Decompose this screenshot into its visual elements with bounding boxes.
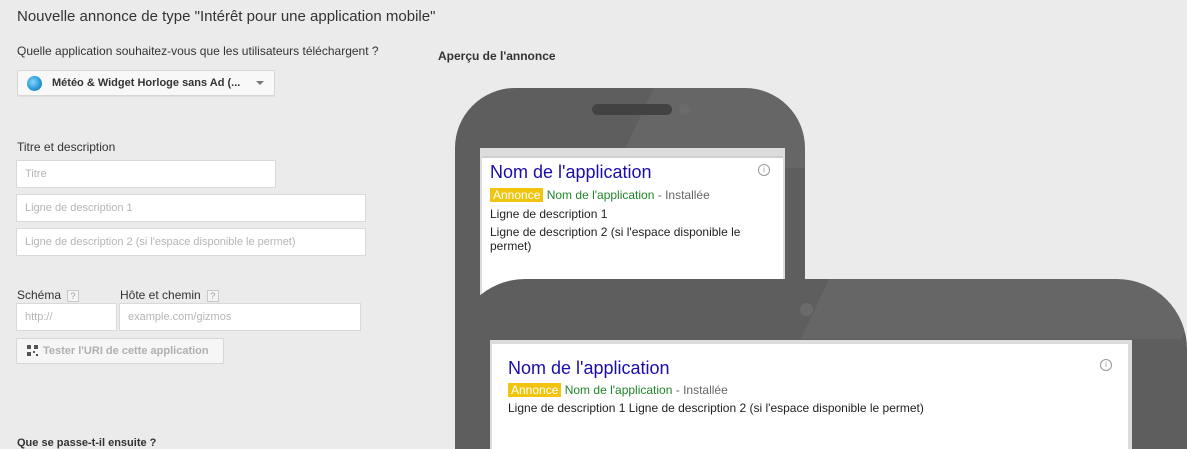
info-icon[interactable]: i bbox=[758, 164, 770, 176]
ad-description: Ligne de description 1 Ligne de descript… bbox=[508, 401, 924, 415]
test-button-label: Tester l'URI de cette application bbox=[43, 345, 209, 357]
test-app-uri-button[interactable]: Tester l'URI de cette application bbox=[16, 338, 224, 364]
phone-shine bbox=[801, 279, 1187, 339]
scheme-label: Schéma? bbox=[17, 288, 80, 302]
phone-camera bbox=[800, 303, 813, 316]
description-line-1-input[interactable] bbox=[16, 194, 366, 222]
host-help-icon[interactable]: ? bbox=[206, 289, 219, 302]
ad-separator: - bbox=[672, 383, 684, 397]
ad-display-line: Annonce Nom de l'application - Installée bbox=[508, 383, 728, 397]
chevron-down-icon bbox=[256, 81, 264, 85]
ad-installed: Installée bbox=[683, 383, 728, 397]
scheme-input[interactable] bbox=[16, 303, 117, 331]
host-path-input[interactable] bbox=[119, 303, 361, 331]
ad-description-2b: permet) bbox=[490, 239, 532, 253]
title-description-heading: Titre et description bbox=[17, 140, 116, 154]
phone-camera bbox=[679, 104, 690, 115]
ad-installed: Installée bbox=[665, 188, 710, 202]
ad-app-name: Nom de l'application bbox=[564, 383, 673, 397]
description-line-2-input[interactable] bbox=[16, 228, 366, 256]
selected-app-name: Météo & Widget Horloge sans Ad (... bbox=[52, 77, 241, 89]
ad-description-1: Ligne de description 1 bbox=[490, 207, 608, 221]
page-title: Nouvelle annonce de type "Intérêt pour u… bbox=[17, 8, 436, 25]
ad-description-2a: Ligne de description 2 (si l'espace disp… bbox=[490, 225, 741, 239]
phone-screen: Nom de l'application i Annonce Nom de l'… bbox=[490, 340, 1132, 449]
ad-title: Nom de l'application bbox=[490, 162, 652, 182]
ad-preview-heading: Aperçu de l'annonce bbox=[438, 49, 556, 63]
phone-speaker bbox=[592, 104, 672, 115]
scheme-label-text: Schéma bbox=[17, 288, 62, 302]
app-select-dropdown[interactable]: Météo & Widget Horloge sans Ad (... bbox=[17, 70, 275, 96]
info-icon[interactable]: i bbox=[1100, 359, 1112, 371]
qr-code-icon bbox=[27, 345, 38, 356]
ad-title: Nom de l'application bbox=[508, 358, 670, 378]
ad-app-name: Nom de l'application bbox=[546, 188, 655, 202]
weather-app-icon bbox=[27, 76, 42, 91]
titre-input[interactable] bbox=[16, 160, 276, 188]
host-label-text: Hôte et chemin bbox=[120, 288, 201, 302]
ad-badge: Annonce bbox=[490, 188, 544, 202]
app-question-label: Quelle application souhaitez-vous que le… bbox=[17, 44, 379, 58]
ad-badge: Annonce bbox=[508, 383, 562, 397]
host-path-label: Hôte et chemin? bbox=[120, 288, 219, 302]
next-steps-heading: Que se passe-t-il ensuite ? bbox=[17, 437, 157, 449]
scheme-help-icon[interactable]: ? bbox=[67, 289, 80, 302]
ad-card-landscape: Nom de l'application i Annonce Nom de l'… bbox=[492, 344, 1128, 449]
ad-separator: - bbox=[654, 188, 666, 202]
ad-display-line: Annonce Nom de l'application - Installée bbox=[490, 188, 710, 202]
phone-landscape-preview: Nom de l'application i Annonce Nom de l'… bbox=[455, 279, 1187, 449]
